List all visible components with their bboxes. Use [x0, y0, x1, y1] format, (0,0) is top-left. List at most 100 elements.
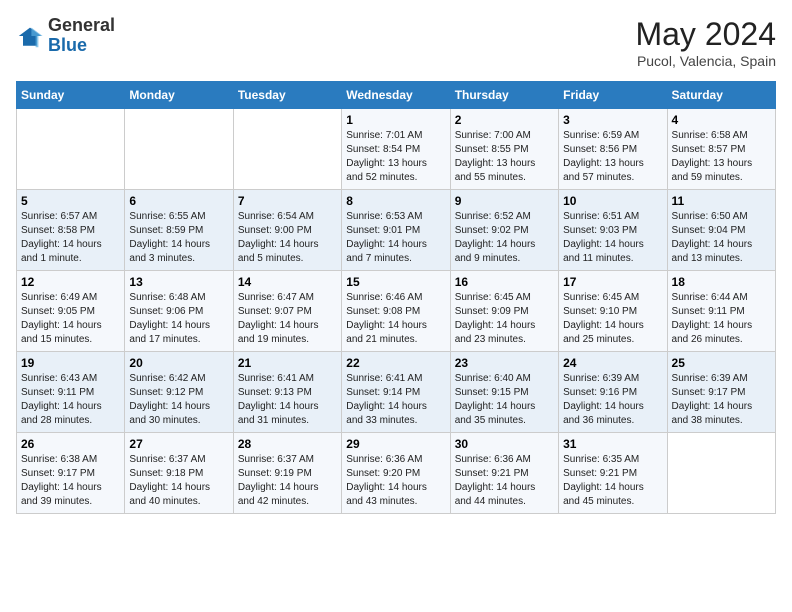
day-info: Sunrise: 6:39 AMSunset: 9:17 PMDaylight:…: [672, 372, 771, 428]
day-number: 22: [346, 356, 445, 370]
calendar-cell: [233, 109, 341, 190]
calendar-cell: 22 Sunrise: 6:41 AMSunset: 9:14 PMDayligh…: [342, 352, 450, 433]
calendar-cell: [17, 109, 125, 190]
weekday-header-monday: Monday: [125, 82, 233, 109]
logo-general-text: General: [48, 15, 115, 35]
calendar-cell: 21 Sunrise: 6:41 AMSunset: 9:13 PMDayligh…: [233, 352, 341, 433]
calendar-cell: 11Sunrise: 6:50 AMSunset: 9:04 PMDayligh…: [667, 190, 775, 271]
calendar-cell: [667, 433, 775, 514]
calendar-cell: 6 Sunrise: 6:55 AMSunset: 8:59 PMDaylight…: [125, 190, 233, 271]
calendar-cell: 4Sunrise: 6:58 AMSunset: 8:57 PMDaylight…: [667, 109, 775, 190]
day-number: 21: [238, 356, 337, 370]
calendar-cell: 1 Sunrise: 7:01 AMSunset: 8:54 PMDaylight…: [342, 109, 450, 190]
day-number: 19: [21, 356, 120, 370]
day-info: Sunrise: 6:46 AMSunset: 9:08 PMDaylight:…: [346, 291, 445, 347]
day-info: Sunrise: 6:37 AMSunset: 9:18 PMDaylight:…: [129, 453, 228, 509]
day-info: Sunrise: 6:37 AMSunset: 9:19 PMDaylight:…: [238, 453, 337, 509]
day-number: 2: [455, 113, 554, 127]
calendar-cell: 13 Sunrise: 6:48 AMSunset: 9:06 PMDayligh…: [125, 271, 233, 352]
calendar-cell: 27 Sunrise: 6:37 AMSunset: 9:18 PMDayligh…: [125, 433, 233, 514]
calendar-cell: 25 Sunrise: 6:39 AMSunset: 9:17 PMDayligh…: [667, 352, 775, 433]
day-number: 6: [129, 194, 228, 208]
calendar-cell: 2Sunrise: 7:00 AMSunset: 8:55 PMDaylight…: [450, 109, 558, 190]
calendar-table: SundayMondayTuesdayWednesdayThursdayFrid…: [16, 81, 776, 514]
day-info: Sunrise: 6:51 AMSunset: 9:03 PMDaylight:…: [563, 210, 662, 266]
title-block: May 2024 Pucol, Valencia, Spain: [635, 16, 776, 69]
day-number: 14: [238, 275, 337, 289]
day-info: Sunrise: 6:53 AMSunset: 9:01 PMDaylight:…: [346, 210, 445, 266]
calendar-cell: 23 Sunrise: 6:40 AMSunset: 9:15 PMDayligh…: [450, 352, 558, 433]
day-info: Sunrise: 6:48 AMSunset: 9:06 PMDaylight:…: [129, 291, 228, 347]
day-info: Sunrise: 6:59 AMSunset: 8:56 PMDaylight:…: [563, 129, 662, 185]
calendar-cell: 18 Sunrise: 6:44 AMSunset: 9:11 PMDayligh…: [667, 271, 775, 352]
day-info: Sunrise: 7:01 AMSunset: 8:54 PMDaylight:…: [346, 129, 445, 185]
weekday-header-friday: Friday: [559, 82, 667, 109]
day-number: 31: [563, 437, 662, 451]
day-info: Sunrise: 6:41 AMSunset: 9:13 PMDaylight:…: [238, 372, 337, 428]
day-info: Sunrise: 6:41 AMSunset: 9:14 PMDaylight:…: [346, 372, 445, 428]
day-number: 7: [238, 194, 337, 208]
calendar-cell: 28 Sunrise: 6:37 AMSunset: 9:19 PMDayligh…: [233, 433, 341, 514]
day-info: Sunrise: 6:45 AMSunset: 9:10 PMDaylight:…: [563, 291, 662, 347]
calendar-cell: 19 Sunrise: 6:43 AMSunset: 9:11 PMDayligh…: [17, 352, 125, 433]
logo: General Blue: [16, 16, 115, 56]
day-number: 16: [455, 275, 554, 289]
day-number: 20: [129, 356, 228, 370]
day-info: Sunrise: 6:58 AMSunset: 8:57 PMDaylight:…: [672, 129, 771, 185]
week-row-3: 12Sunrise: 6:49 AMSunset: 9:05 PMDayligh…: [17, 271, 776, 352]
day-number: 30: [455, 437, 554, 451]
day-number: 13: [129, 275, 228, 289]
calendar-cell: 17 Sunrise: 6:45 AMSunset: 9:10 PMDayligh…: [559, 271, 667, 352]
day-info: Sunrise: 6:57 AMSunset: 8:58 PMDaylight:…: [21, 210, 120, 266]
day-number: 9: [455, 194, 554, 208]
day-info: Sunrise: 6:40 AMSunset: 9:15 PMDaylight:…: [455, 372, 554, 428]
calendar-cell: 15 Sunrise: 6:46 AMSunset: 9:08 PMDayligh…: [342, 271, 450, 352]
day-number: 3: [563, 113, 662, 127]
week-row-1: 1 Sunrise: 7:01 AMSunset: 8:54 PMDaylight…: [17, 109, 776, 190]
page-header: General Blue May 2024 Pucol, Valencia, S…: [16, 16, 776, 69]
day-number: 1: [346, 113, 445, 127]
calendar-cell: 24Sunrise: 6:39 AMSunset: 9:16 PMDayligh…: [559, 352, 667, 433]
day-number: 24: [563, 356, 662, 370]
day-info: Sunrise: 6:44 AMSunset: 9:11 PMDaylight:…: [672, 291, 771, 347]
calendar-cell: 8Sunrise: 6:53 AMSunset: 9:01 PMDaylight…: [342, 190, 450, 271]
day-info: Sunrise: 6:36 AMSunset: 9:20 PMDaylight:…: [346, 453, 445, 509]
weekday-header-tuesday: Tuesday: [233, 82, 341, 109]
calendar-cell: 29 Sunrise: 6:36 AMSunset: 9:20 PMDayligh…: [342, 433, 450, 514]
day-info: Sunrise: 6:38 AMSunset: 9:17 PMDaylight:…: [21, 453, 120, 509]
day-number: 18: [672, 275, 771, 289]
day-info: Sunrise: 6:54 AMSunset: 9:00 PMDaylight:…: [238, 210, 337, 266]
calendar-cell: 5 Sunrise: 6:57 AMSunset: 8:58 PMDaylight…: [17, 190, 125, 271]
weekday-header-wednesday: Wednesday: [342, 82, 450, 109]
day-number: 15: [346, 275, 445, 289]
logo-blue-text: Blue: [48, 35, 87, 55]
day-info: Sunrise: 6:36 AMSunset: 9:21 PMDaylight:…: [455, 453, 554, 509]
day-number: 25: [672, 356, 771, 370]
calendar-cell: 31Sunrise: 6:35 AMSunset: 9:21 PMDayligh…: [559, 433, 667, 514]
weekday-header-sunday: Sunday: [17, 82, 125, 109]
logo-icon: [16, 22, 44, 50]
day-number: 12: [21, 275, 120, 289]
week-row-4: 19 Sunrise: 6:43 AMSunset: 9:11 PMDayligh…: [17, 352, 776, 433]
day-info: Sunrise: 6:50 AMSunset: 9:04 PMDaylight:…: [672, 210, 771, 266]
weekday-header-thursday: Thursday: [450, 82, 558, 109]
day-info: Sunrise: 6:43 AMSunset: 9:11 PMDaylight:…: [21, 372, 120, 428]
calendar-cell: 3 Sunrise: 6:59 AMSunset: 8:56 PMDaylight…: [559, 109, 667, 190]
calendar-cell: 14Sunrise: 6:47 AMSunset: 9:07 PMDayligh…: [233, 271, 341, 352]
day-number: 17: [563, 275, 662, 289]
day-number: 28: [238, 437, 337, 451]
calendar-cell: 9 Sunrise: 6:52 AMSunset: 9:02 PMDaylight…: [450, 190, 558, 271]
calendar-cell: 16Sunrise: 6:45 AMSunset: 9:09 PMDayligh…: [450, 271, 558, 352]
day-number: 29: [346, 437, 445, 451]
day-number: 27: [129, 437, 228, 451]
day-number: 10: [563, 194, 662, 208]
calendar-cell: 10 Sunrise: 6:51 AMSunset: 9:03 PMDayligh…: [559, 190, 667, 271]
calendar-cell: 30 Sunrise: 6:36 AMSunset: 9:21 PMDayligh…: [450, 433, 558, 514]
day-info: Sunrise: 6:52 AMSunset: 9:02 PMDaylight:…: [455, 210, 554, 266]
calendar-cell: 7 Sunrise: 6:54 AMSunset: 9:00 PMDaylight…: [233, 190, 341, 271]
week-row-5: 26Sunrise: 6:38 AMSunset: 9:17 PMDayligh…: [17, 433, 776, 514]
calendar-cell: 20Sunrise: 6:42 AMSunset: 9:12 PMDayligh…: [125, 352, 233, 433]
day-number: 5: [21, 194, 120, 208]
day-info: Sunrise: 6:55 AMSunset: 8:59 PMDaylight:…: [129, 210, 228, 266]
day-number: 23: [455, 356, 554, 370]
